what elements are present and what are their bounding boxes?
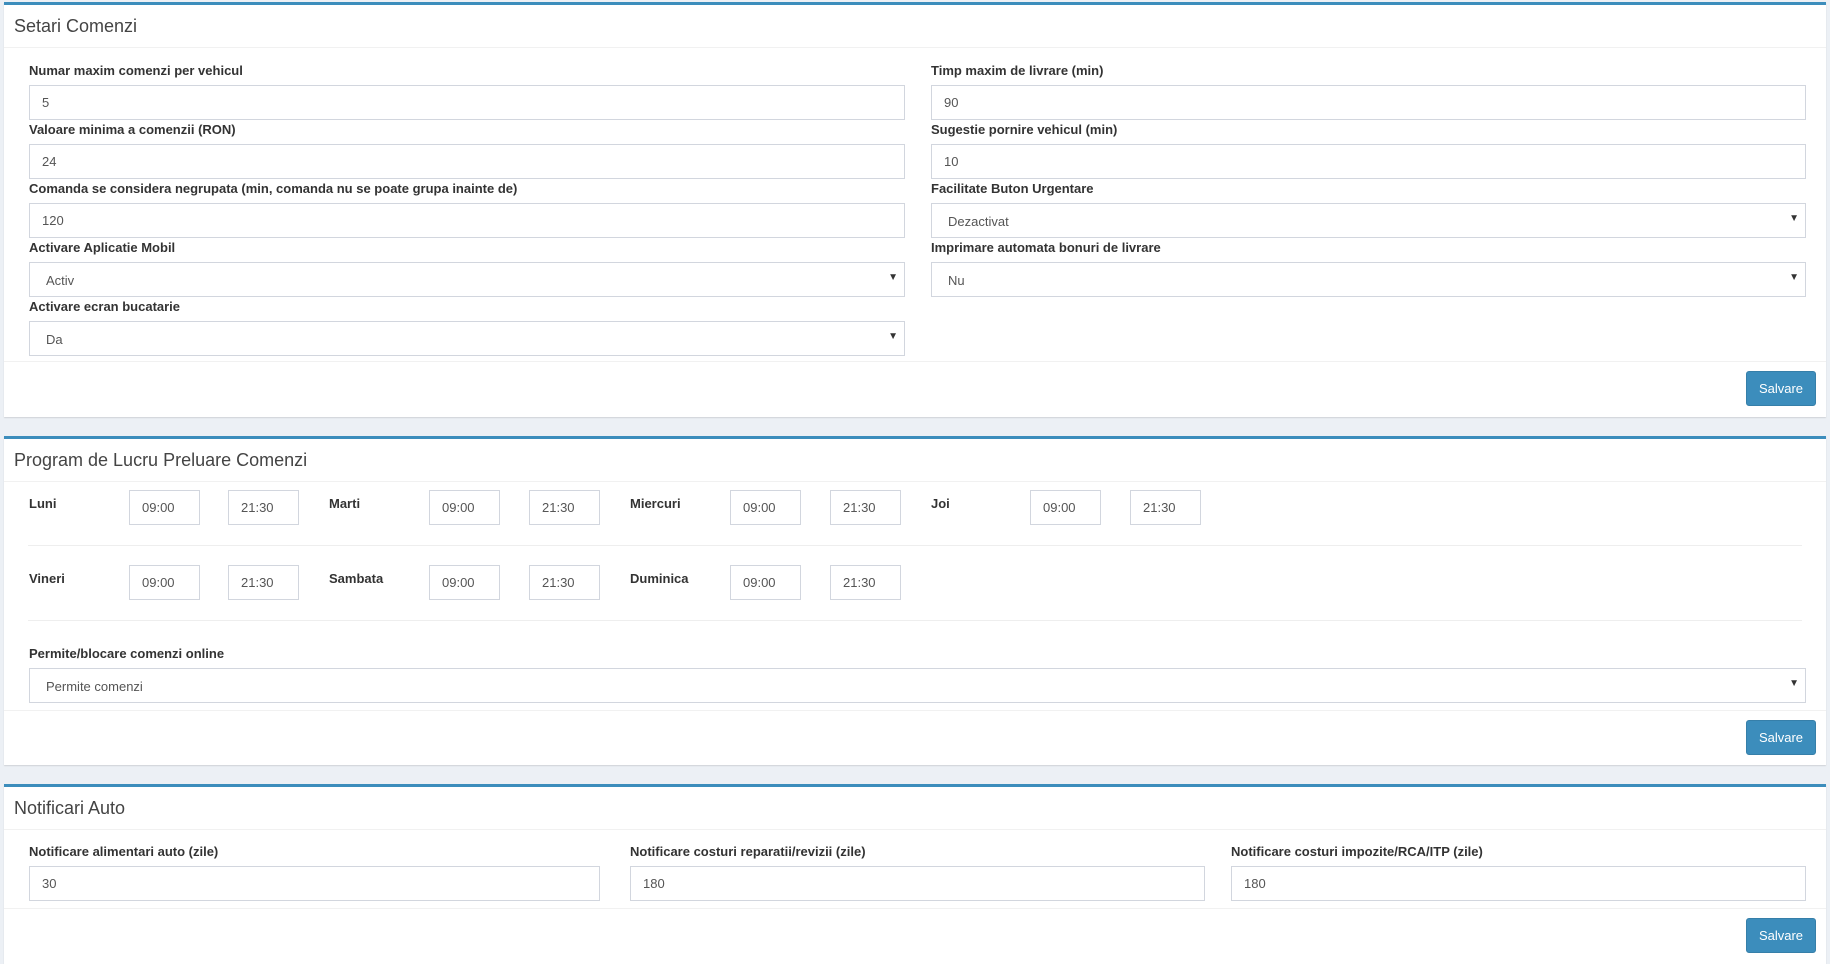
urgent-button-value: Dezactivat [948,214,1009,229]
taxes-notification-input[interactable] [1231,866,1806,901]
chevron-down-icon: ▼ [1789,213,1799,224]
autoprint-label: Imprimare automata bonuri de livrare [931,240,1161,255]
max-orders-input[interactable] [29,85,905,120]
mobile-app-value: Activ [46,273,75,288]
day-label-sambata: Sambata [329,571,384,586]
day-label-miercuri: Miercuri [630,496,681,511]
duminica-start-input[interactable] [730,565,801,600]
marti-start-input[interactable] [429,490,500,525]
notifications-header: Notificari Auto [4,787,1826,830]
taxes-notification-label: Notificare costuri impozite/RCA/ITP (zil… [1231,844,1483,859]
notifications-title: Notificari Auto [14,798,126,818]
schedule-title: Program de Lucru Preluare Comenzi [14,450,308,470]
luni-start-input[interactable] [129,490,200,525]
vehicle-start-input[interactable] [931,144,1806,179]
miercuri-end-input[interactable] [830,490,901,525]
max-orders-label: Numar maxim comenzi per vehicul [29,63,243,78]
min-value-input[interactable] [29,144,905,179]
notifications-panel: Notificari Auto Notificare alimentari au… [4,784,1826,964]
orders-save-button[interactable]: Salvare [1746,371,1816,406]
max-delivery-label: Timp maxim de livrare (min) [931,63,1104,78]
repairs-notification-input[interactable] [630,866,1205,901]
online-orders-select[interactable]: Permite comenzi ▼ [29,668,1806,703]
autoprint-value: Nu [948,273,965,288]
marti-end-input[interactable] [529,490,600,525]
vineri-start-input[interactable] [129,565,200,600]
day-label-duminica: Duminica [630,571,689,586]
schedule-divider [28,620,1802,621]
luni-end-input[interactable] [228,490,299,525]
urgent-button-select[interactable]: Dezactivat ▼ [931,203,1806,238]
max-delivery-input[interactable] [931,85,1806,120]
schedule-header: Program de Lucru Preluare Comenzi [4,439,1826,482]
vehicle-start-label: Sugestie pornire vehicul (min) [931,122,1118,137]
fuel-notification-input[interactable] [29,866,600,901]
orders-settings-title: Setari Comenzi [14,16,138,36]
schedule-footer: Salvare [4,710,1826,765]
day-label-joi: Joi [931,496,950,511]
min-value-label: Valoare minima a comenzii (RON) [29,122,236,137]
orders-settings-footer: Salvare [4,361,1826,417]
day-label-vineri: Vineri [29,571,65,586]
duminica-end-input[interactable] [830,565,901,600]
chevron-down-icon: ▼ [1789,678,1799,689]
joi-end-input[interactable] [1130,490,1201,525]
online-orders-value: Permite comenzi [46,679,143,694]
vineri-end-input[interactable] [228,565,299,600]
fuel-notification-label: Notificare alimentari auto (zile) [29,844,219,859]
chevron-down-icon: ▼ [1789,272,1799,283]
schedule-divider [28,545,1802,546]
chevron-down-icon: ▼ [888,272,898,283]
miercuri-start-input[interactable] [730,490,801,525]
autoprint-select[interactable]: Nu ▼ [931,262,1806,297]
notifications-save-button[interactable]: Salvare [1746,918,1816,953]
sambata-start-input[interactable] [429,565,500,600]
day-label-marti: Marti [329,496,361,511]
kitchen-screen-value: Da [46,332,63,347]
schedule-panel: Program de Lucru Preluare Comenzi Luni M… [4,436,1826,765]
joi-start-input[interactable] [1030,490,1101,525]
notifications-footer: Salvare [4,908,1826,964]
orders-settings-header: Setari Comenzi [4,5,1826,48]
chevron-down-icon: ▼ [888,331,898,342]
kitchen-screen-select[interactable]: Da ▼ [29,321,905,356]
mobile-app-label: Activare Aplicatie Mobil [29,240,176,255]
online-orders-label: Permite/blocare comenzi online [29,646,225,661]
sambata-end-input[interactable] [529,565,600,600]
urgent-button-label: Facilitate Buton Urgentare [931,181,1094,196]
mobile-app-select[interactable]: Activ ▼ [29,262,905,297]
kitchen-screen-label: Activare ecran bucatarie [29,299,181,314]
schedule-save-button[interactable]: Salvare [1746,720,1816,755]
orders-settings-panel: Setari Comenzi Numar maxim comenzi per v… [4,2,1826,417]
ungrouped-label: Comanda se considera negrupata (min, com… [29,181,518,196]
repairs-notification-label: Notificare costuri reparatii/revizii (zi… [630,844,866,859]
ungrouped-input[interactable] [29,203,905,238]
day-label-luni: Luni [29,496,57,511]
